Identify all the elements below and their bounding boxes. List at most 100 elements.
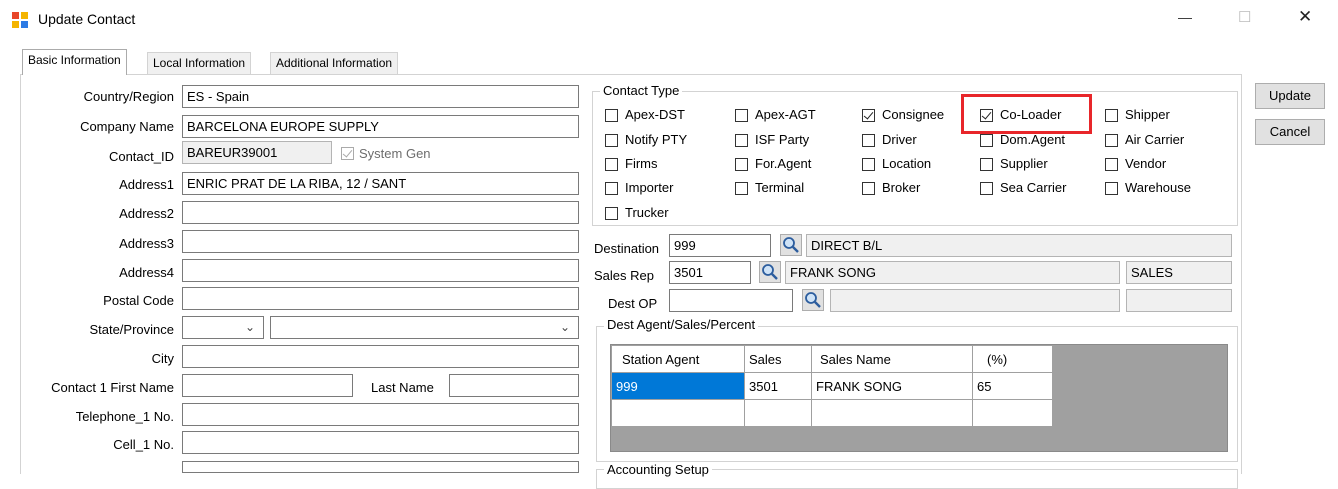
sales-cell[interactable]: 3501 [744, 372, 812, 400]
checkbox-consignee[interactable] [862, 109, 875, 122]
checkbox-label-vendor: Vendor [1125, 156, 1167, 171]
percent-cell[interactable]: 65 [972, 372, 1053, 400]
dest-op-name-field [830, 289, 1120, 312]
update-button[interactable]: Update [1255, 83, 1325, 109]
destination-label: Destination [594, 241, 660, 256]
column-header-sales[interactable]: Sales [744, 345, 812, 373]
checkbox-dom-agent[interactable] [980, 134, 993, 147]
sales-rep-name-field: FRANK SONG [785, 261, 1120, 284]
first-name-label: Contact 1 First Name [51, 380, 174, 395]
contact-id-field: BAREUR39001 [182, 141, 332, 164]
checkbox-supplier[interactable] [980, 158, 993, 171]
checkbox-driver[interactable] [862, 134, 875, 147]
sales-rep-dept-field: SALES [1126, 261, 1232, 284]
checkbox-vendor[interactable] [1105, 158, 1118, 171]
checkbox-trucker[interactable] [605, 207, 618, 220]
checkbox-for-agent[interactable] [735, 158, 748, 171]
dest-agent-table: Station Agent Sales Sales Name (%) 999 3… [611, 345, 1053, 427]
app-icon [12, 12, 28, 28]
dest-op-code-field[interactable] [669, 289, 793, 312]
dest-op-extra-field [1126, 289, 1232, 312]
checkbox-terminal[interactable] [735, 182, 748, 195]
checkbox-label-apex-dst: Apex-DST [625, 107, 685, 122]
postal-code-field[interactable] [182, 287, 579, 310]
address1-field[interactable]: ENRIC PRAT DE LA RIBA, 12 / SANT [182, 172, 579, 195]
checkbox-air-carrier[interactable] [1105, 134, 1118, 147]
column-header-station-agent[interactable]: Station Agent [611, 345, 745, 373]
window-title: Update Contact [38, 11, 136, 27]
dest-agent-title: Dest Agent/Sales/Percent [604, 317, 759, 332]
percent-cell[interactable] [972, 399, 1053, 427]
search-icon [760, 264, 780, 285]
checkbox-label-driver: Driver [882, 132, 917, 147]
checkbox-broker[interactable] [862, 182, 875, 195]
cell-field[interactable] [182, 431, 579, 454]
checkbox-location[interactable] [862, 158, 875, 171]
tab-additional-information[interactable]: Additional Information [270, 52, 399, 74]
sales-cell[interactable] [744, 399, 812, 427]
telephone-label: Telephone_1 No. [75, 409, 174, 424]
checkbox-label-supplier: Supplier [1000, 156, 1048, 171]
checkbox-shipper[interactable] [1105, 109, 1118, 122]
checkbox-apex-agt[interactable] [735, 109, 748, 122]
checkbox-label-location: Location [882, 156, 932, 171]
tab-basic-information[interactable]: Basic Information [22, 49, 127, 75]
checkbox-label-terminal: Terminal [755, 180, 805, 195]
table-row[interactable]: 999 3501 FRANK SONG 65 [611, 372, 1053, 400]
contact-id-label: Contact_ID [108, 149, 174, 164]
company-field[interactable]: BARCELONA EUROPE SUPPLY [182, 115, 579, 138]
country-label: Country/Region [83, 89, 174, 104]
telephone-field[interactable] [182, 403, 579, 426]
table-row-new[interactable] [611, 399, 1053, 427]
next-field-partial[interactable] [182, 461, 579, 473]
sales-name-cell[interactable] [811, 399, 973, 427]
address1-label: Address1 [119, 177, 174, 192]
checkbox-notify-pty[interactable] [605, 134, 618, 147]
checkbox-label-air-carrier: Air Carrier [1125, 132, 1185, 147]
checkbox-label-broker: Broker [882, 180, 921, 195]
checkbox-firms[interactable] [605, 158, 618, 171]
minimize-icon[interactable]: — [1178, 9, 1192, 25]
country-field[interactable]: ES - Spain [182, 85, 579, 108]
maximize-icon[interactable]: ☐ [1238, 8, 1251, 26]
station-agent-cell[interactable]: 999 [611, 372, 745, 400]
state-label: State/Province [89, 322, 174, 337]
dest-agent-grid[interactable]: Station Agent Sales Sales Name (%) 999 3… [610, 344, 1228, 452]
column-header-percent[interactable]: (%) [972, 345, 1053, 373]
co-loader-highlight [961, 94, 1092, 134]
checkbox-label-sea-carrier: Sea Carrier [1000, 180, 1067, 195]
postal-code-label: Postal Code [103, 293, 174, 308]
column-header-sales-name[interactable]: Sales Name [811, 345, 973, 373]
address2-field[interactable] [182, 201, 579, 224]
city-label: City [151, 351, 174, 366]
sales-rep-search-button[interactable] [759, 261, 781, 283]
checkbox-warehouse[interactable] [1105, 182, 1118, 195]
cancel-button[interactable]: Cancel [1255, 119, 1325, 145]
address3-field[interactable] [182, 230, 579, 253]
checkbox-apex-dst[interactable] [605, 109, 618, 122]
checkbox-label-trucker: Trucker [625, 205, 669, 220]
address3-label: Address3 [119, 236, 174, 251]
checkbox-isf-party[interactable] [735, 134, 748, 147]
state-code-dropdown[interactable]: ⌄ [182, 316, 264, 339]
destination-code-field[interactable]: 999 [669, 234, 771, 257]
tab-local-information[interactable]: Local Information [147, 52, 252, 74]
sales-name-cell[interactable]: FRANK SONG [811, 372, 973, 400]
sales-rep-code-field[interactable]: 3501 [669, 261, 751, 284]
first-name-field[interactable] [182, 374, 353, 397]
address4-field[interactable] [182, 259, 579, 282]
search-icon [803, 292, 823, 313]
title-bar: Update Contact — ☐ ✕ [0, 0, 1338, 40]
last-name-label: Last Name [371, 380, 434, 395]
state-name-dropdown[interactable]: ⌄ [270, 316, 579, 339]
checkbox-importer[interactable] [605, 182, 618, 195]
dest-op-search-button[interactable] [802, 289, 824, 311]
checkbox-label-notify-pty: Notify PTY [625, 132, 688, 147]
station-agent-cell[interactable] [611, 399, 745, 427]
last-name-field[interactable] [449, 374, 579, 397]
search-icon [781, 237, 801, 258]
checkbox-sea-carrier[interactable] [980, 182, 993, 195]
close-icon[interactable]: ✕ [1298, 7, 1312, 27]
destination-search-button[interactable] [780, 234, 802, 256]
city-field[interactable] [182, 345, 579, 368]
